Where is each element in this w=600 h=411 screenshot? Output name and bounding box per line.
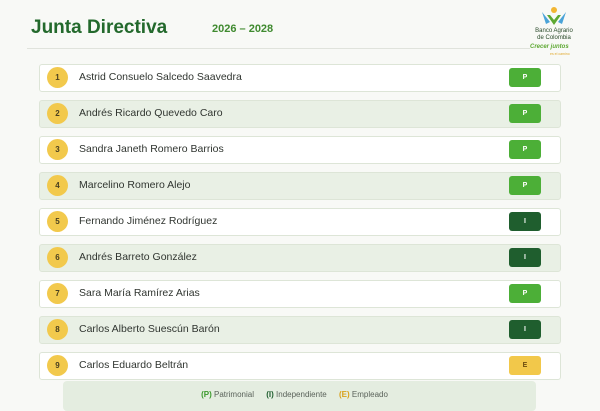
member-number: 3 [47, 139, 68, 160]
member-name: Carlos Eduardo Beltrán [79, 359, 189, 371]
member-name: Sandra Janeth Romero Barrios [79, 143, 224, 155]
member-row: 9 Carlos Eduardo Beltrán E [39, 352, 561, 380]
member-name: Carlos Alberto Suescún Barón [79, 323, 220, 335]
member-number: 7 [47, 283, 68, 304]
legend-label-patrimonial: Patrimonial [213, 390, 254, 399]
member-number: 9 [47, 355, 68, 376]
member-name: Andrés Ricardo Quevedo Caro [79, 107, 223, 119]
member-type-badge: P [509, 176, 541, 195]
member-row: 1 Astrid Consuelo Salcedo Saavedra P [39, 64, 561, 92]
member-row: 8 Carlos Alberto Suescún Barón I [39, 316, 561, 344]
logo-subline: es el camino [550, 52, 570, 56]
legend: (P) Patrimonial (I) Independiente (E) Em… [63, 381, 536, 411]
member-name: Astrid Consuelo Salcedo Saavedra [79, 71, 242, 83]
member-type-badge: E [509, 356, 541, 375]
member-number: 8 [47, 319, 68, 340]
legend-label-independiente: Independiente [276, 390, 327, 399]
member-type-badge: I [509, 248, 541, 267]
member-number: 4 [47, 175, 68, 196]
member-type-badge: P [509, 284, 541, 303]
member-name: Andrés Barreto González [79, 251, 197, 263]
member-row: 2 Andrés Ricardo Quevedo Caro P [39, 100, 561, 128]
member-type-badge: I [509, 320, 541, 339]
bank-logo: Banco Agrario de Colombia Crecer juntos … [528, 6, 580, 56]
member-number: 5 [47, 211, 68, 232]
legend-label-empleado: Empleado [351, 390, 388, 399]
member-row: 3 Sandra Janeth Romero Barrios P [39, 136, 561, 164]
member-row: 6 Andrés Barreto González I [39, 244, 561, 272]
member-name: Sara María Ramírez Arias [79, 287, 200, 299]
member-row: 5 Fernando Jiménez Rodríguez I [39, 208, 561, 236]
member-type-badge: P [509, 68, 541, 87]
member-number: 6 [47, 247, 68, 268]
legend-code-empleado: (E) [338, 390, 350, 399]
board-member-list: 1 Astrid Consuelo Salcedo Saavedra P 2 A… [39, 64, 561, 388]
legend-code-independiente: (I) [266, 390, 274, 399]
logo-tagline: Crecer juntos [530, 44, 569, 50]
period-label: 2026 – 2028 [212, 23, 274, 35]
member-name: Fernando Jiménez Rodríguez [79, 215, 218, 227]
member-number: 2 [47, 103, 68, 124]
member-type-badge: P [509, 140, 541, 159]
member-name: Marcelino Romero Alejo [79, 179, 191, 191]
member-row: 4 Marcelino Romero Alejo P [39, 172, 561, 200]
header-divider [27, 48, 530, 49]
logo-name-line1: Banco Agrario [535, 28, 573, 34]
member-number: 1 [47, 67, 68, 88]
legend-code-patrimonial: (P) [201, 390, 212, 399]
member-type-badge: I [509, 212, 541, 231]
logo-name-line2: de Colombia [537, 35, 571, 41]
member-row: 7 Sara María Ramírez Arias P [39, 280, 561, 308]
logo-mark-icon [542, 7, 566, 25]
member-type-badge: P [509, 104, 541, 123]
logo-name: Banco Agrario de Colombia [528, 28, 580, 42]
page-title: Junta Directiva [31, 17, 168, 38]
